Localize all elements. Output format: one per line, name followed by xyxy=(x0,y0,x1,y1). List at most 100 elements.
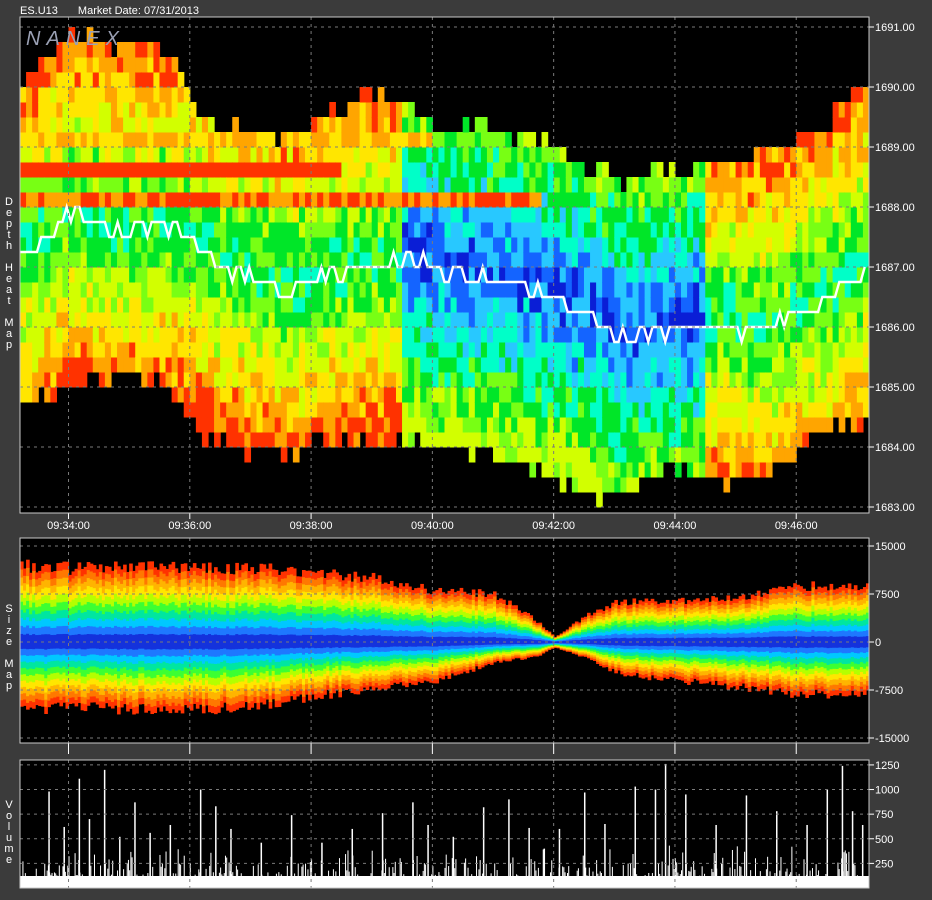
heatmap-cell xyxy=(493,192,500,208)
heatmap-cell xyxy=(650,252,658,268)
heatmap-cell xyxy=(638,372,646,388)
heatmap-cell xyxy=(838,222,846,238)
heatmap-cell xyxy=(395,327,403,343)
heatmap-cell xyxy=(329,357,336,373)
heatmap-cell xyxy=(844,132,852,148)
heatmap-cell xyxy=(553,297,561,313)
heatmap-cell xyxy=(499,342,506,358)
heatmap-cell xyxy=(383,372,391,388)
heatmap-cell xyxy=(365,402,373,418)
size-band xyxy=(141,562,145,571)
heatmap-cell xyxy=(311,252,318,268)
heatmap-cell xyxy=(747,327,755,343)
heatmap-cell xyxy=(638,432,646,448)
heatmap-cell xyxy=(268,432,276,448)
size-band xyxy=(244,563,249,572)
heatmap-cell xyxy=(856,117,864,133)
heatmap-cell xyxy=(110,237,118,253)
heatmap-cell xyxy=(832,387,840,403)
heatmap-cell xyxy=(371,207,379,223)
heatmap-cell xyxy=(56,297,64,313)
heatmap-cell xyxy=(614,432,621,448)
heatmap-cell xyxy=(420,432,427,448)
heatmap-cell xyxy=(802,402,809,418)
heatmap-cell xyxy=(450,252,458,268)
heatmap-cell xyxy=(614,282,621,298)
heatmap-cell xyxy=(408,417,415,433)
heatmap-cell xyxy=(753,342,761,358)
heatmap-cell xyxy=(353,192,361,208)
heatmap-cell xyxy=(687,252,694,268)
heatmap-cell xyxy=(26,267,33,283)
heatmap-cell xyxy=(596,267,603,283)
heatmap-cell xyxy=(92,192,100,208)
heatmap-cell xyxy=(723,297,731,313)
heatmap-cell xyxy=(232,147,239,163)
heatmap-cell xyxy=(420,402,427,418)
heatmap-cell xyxy=(98,87,106,103)
heatmap-cell xyxy=(189,222,197,238)
heatmap-cell xyxy=(644,447,652,463)
heatmap-cell xyxy=(104,327,112,343)
heatmap-cell xyxy=(274,327,282,343)
heatmap-cell xyxy=(765,357,773,373)
heatmap-cell xyxy=(389,327,397,343)
heatmap-cell xyxy=(559,387,567,403)
heatmap-cell xyxy=(674,297,682,313)
heatmap-cell xyxy=(602,237,609,253)
heatmap-cell xyxy=(505,282,512,298)
heatmap-cell xyxy=(553,432,561,448)
heatmap-cell xyxy=(499,207,506,223)
heatmap-cell xyxy=(662,177,670,193)
heatmap-cell xyxy=(177,102,185,118)
heatmap-cell xyxy=(232,432,239,448)
heatmap-cell xyxy=(808,357,816,373)
heatmap-cell xyxy=(717,372,725,388)
heatmap-cell xyxy=(347,252,355,268)
heatmap-cell xyxy=(505,207,512,223)
heatmap-cell xyxy=(741,402,749,418)
heatmap-cell xyxy=(377,417,385,433)
heatmap-cell xyxy=(274,417,282,433)
heatmap-cell xyxy=(590,177,597,193)
heatmap-cell xyxy=(632,282,640,298)
heatmap-cell xyxy=(56,57,64,73)
heatmap-cell xyxy=(608,297,615,313)
heatmap-cell xyxy=(656,357,664,373)
heatmap-cell xyxy=(189,267,197,283)
heatmap-cell xyxy=(844,222,852,238)
heatmap-cell xyxy=(444,312,452,328)
heatmap-cell xyxy=(56,237,64,253)
heatmap-cell xyxy=(274,312,282,328)
heatmap-cell xyxy=(474,297,482,313)
heatmap-cell xyxy=(159,252,167,268)
heatmap-cell xyxy=(650,297,658,313)
heatmap-cell xyxy=(110,162,118,178)
heatmap-cell xyxy=(195,297,203,313)
heatmap-cell xyxy=(529,207,537,223)
heatmap-cell xyxy=(517,207,524,223)
heatmap-cell xyxy=(723,192,731,208)
heatmap-cell xyxy=(104,132,112,148)
heatmap-cell xyxy=(517,147,524,163)
heatmap-cell xyxy=(850,87,858,103)
heatmap-cell xyxy=(268,357,276,373)
heatmap-cell xyxy=(347,102,355,118)
heatmap-cell xyxy=(602,207,609,223)
heatmap-cell xyxy=(408,132,415,148)
heatmap-cell xyxy=(529,417,537,433)
heatmap-cell xyxy=(705,207,712,223)
heatmap-cell xyxy=(44,207,51,223)
heatmap-cell xyxy=(505,357,512,373)
heatmap-cell xyxy=(474,132,482,148)
heatmap-cell xyxy=(674,447,682,463)
heatmap-cell xyxy=(565,447,573,463)
heatmap-cell xyxy=(353,117,361,133)
heatmap-cell xyxy=(826,132,834,148)
heatmap-cell xyxy=(153,117,161,133)
heatmap-cell xyxy=(753,402,761,418)
heatmap-cell xyxy=(250,222,258,238)
heatmap-cell xyxy=(286,312,294,328)
heatmap-cell xyxy=(135,207,142,223)
heatmap-cell xyxy=(517,432,524,448)
